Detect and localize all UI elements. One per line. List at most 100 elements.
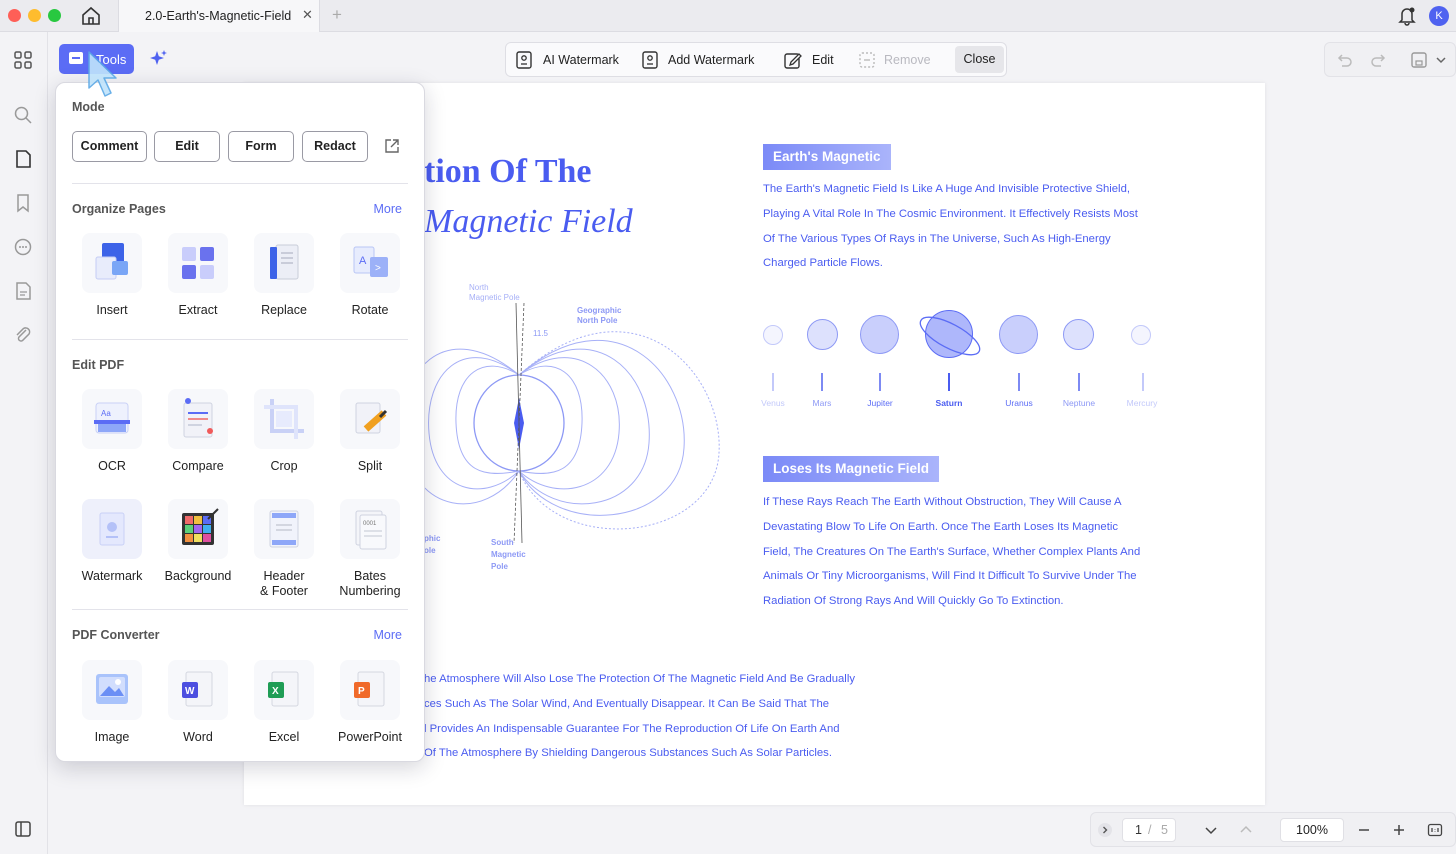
edit-pdf-title: Edit PDF [72, 358, 125, 372]
tool-extract[interactable]: Extract [155, 233, 241, 333]
organize-pages-title: Organize Pages [72, 202, 166, 216]
notification-bell-icon[interactable] [1398, 6, 1416, 26]
mode-edit-button[interactable]: Edit [154, 131, 220, 162]
svg-text:0001: 0001 [363, 521, 377, 527]
tool-label: Image [94, 730, 130, 744]
compare-icon [168, 389, 228, 449]
tool-label: Excel [268, 730, 300, 744]
window-minimize-button[interactable] [28, 9, 41, 22]
comment-icon[interactable] [13, 237, 33, 257]
mode-form-button[interactable]: Form [228, 131, 294, 162]
planet-name: Mercury [1126, 398, 1158, 408]
paragraph-line: Playing A Vital Role In The Cosmic Envir… [763, 207, 1138, 220]
redo-icon[interactable] [1370, 51, 1388, 69]
page-separator: / [1148, 823, 1152, 837]
window-close-button[interactable] [8, 9, 21, 22]
watermark-toolbar: AI Watermark Add Watermark Edit Remove C… [505, 42, 1007, 77]
paragraph-line: Animals Or Tiny Microorganisms, Will Fin… [763, 570, 1137, 583]
remove-watermark-icon [859, 52, 875, 68]
ai-sparkle-icon[interactable] [148, 48, 170, 70]
divider [72, 339, 408, 340]
new-tab-button[interactable]: + [332, 5, 342, 25]
planet-name: Neptune [1062, 398, 1096, 408]
paragraph-line: Of The Various Types Of Rays in The Univ… [763, 232, 1111, 245]
organize-more-link[interactable]: More [374, 202, 402, 216]
remove-label: Remove [884, 53, 931, 67]
zoom-level-field[interactable]: 100% [1280, 818, 1344, 842]
document-tab[interactable]: 2.0-Earth's-Magnetic-Field ✕ [118, 0, 320, 32]
tool-background[interactable]: Background [155, 499, 241, 599]
tool-convert-excel[interactable]: X Excel [241, 660, 327, 760]
window-zoom-button[interactable] [48, 9, 61, 22]
svg-text:Aa: Aa [101, 409, 111, 418]
pages-icon[interactable] [13, 149, 33, 169]
form-icon[interactable] [13, 281, 33, 301]
section-tag-earths-magnetic: Earth's Magnetic [763, 144, 891, 170]
sidebar-toggle-icon[interactable] [14, 820, 32, 838]
tool-split[interactable]: Split [327, 389, 413, 489]
tool-replace[interactable]: Replace [241, 233, 327, 333]
svg-text:>: > [375, 263, 381, 274]
tool-ocr[interactable]: Aa OCR [69, 389, 155, 489]
paragraph-line: Charged Particle Flows. [763, 257, 883, 270]
user-avatar[interactable]: K [1429, 6, 1449, 26]
magnetic-field-diagram [404, 302, 720, 544]
tool-crop[interactable]: Crop [241, 389, 327, 489]
chevron-right-icon[interactable] [1097, 822, 1113, 838]
grid-apps-icon[interactable] [13, 50, 33, 70]
chevron-down-icon[interactable] [1435, 51, 1447, 69]
attachment-icon[interactable] [13, 325, 33, 345]
planet-marker [1142, 373, 1144, 391]
next-page-icon[interactable] [1203, 822, 1219, 838]
total-pages: 5 [1161, 823, 1168, 837]
search-icon[interactable] [13, 105, 33, 125]
tool-label: Compare [172, 459, 224, 473]
previous-page-icon[interactable] [1238, 822, 1254, 838]
background-icon [168, 499, 228, 559]
undo-icon[interactable] [1335, 51, 1353, 69]
planet-jupiter [860, 315, 899, 354]
tool-bates-numbering[interactable]: 0001 Bates Numbering [327, 499, 413, 599]
close-watermark-button[interactable]: Close [955, 46, 1004, 73]
planet-name: Jupiter [867, 398, 893, 408]
zoom-out-icon[interactable] [1356, 822, 1372, 838]
tool-watermark[interactable]: Watermark [69, 499, 155, 599]
replace-icon [254, 233, 314, 293]
paragraph-line: Of The Atmosphere By Shielding Dangerous… [424, 747, 832, 760]
tool-insert[interactable]: Insert [69, 233, 155, 333]
planet-marker [879, 373, 881, 391]
geographic-north-pole-label: Geographic North Pole [577, 306, 622, 325]
tool-label: Background [164, 569, 232, 583]
tool-convert-image[interactable]: Image [69, 660, 155, 760]
home-icon[interactable] [80, 5, 102, 27]
svg-text:P: P [358, 686, 365, 697]
excel-file-icon: X [254, 660, 314, 720]
zoom-in-icon[interactable] [1391, 822, 1407, 838]
tool-rotate[interactable]: A > Rotate [327, 233, 413, 333]
converter-more-link[interactable]: More [374, 628, 402, 642]
save-icon[interactable] [1410, 51, 1428, 69]
actual-size-icon[interactable] [1427, 822, 1443, 838]
planet-marker [1018, 373, 1020, 391]
page-number-field[interactable]: 1 / 5 [1122, 818, 1176, 842]
bookmark-icon[interactable] [13, 193, 33, 213]
page-navigation-bar: 1 / 5 100% [1090, 812, 1456, 847]
tab-close-icon[interactable]: ✕ [302, 7, 313, 23]
open-external-icon[interactable] [383, 137, 401, 155]
extract-icon [168, 233, 228, 293]
tool-header-footer[interactable]: Header & Footer [241, 499, 327, 599]
tool-label: Insert [96, 303, 128, 317]
planet-mercury [1131, 325, 1151, 345]
word-file-icon: W [168, 660, 228, 720]
tool-convert-powerpoint[interactable]: P PowerPoint [327, 660, 413, 760]
saturn-ring [919, 316, 981, 356]
tool-convert-word[interactable]: W Word [155, 660, 241, 760]
paragraph-line: ces Such As The Solar Wind, And Eventual… [424, 697, 830, 710]
paragraph-line: The Earth's Magnetic Field Is Like A Hug… [763, 183, 1130, 195]
ocr-icon: Aa [82, 389, 142, 449]
edit-label: Edit [812, 53, 834, 67]
tool-label: Replace [261, 303, 307, 317]
mode-redact-button[interactable]: Redact [302, 131, 368, 162]
mode-comment-button[interactable]: Comment [72, 131, 147, 162]
tool-compare[interactable]: Compare [155, 389, 241, 489]
